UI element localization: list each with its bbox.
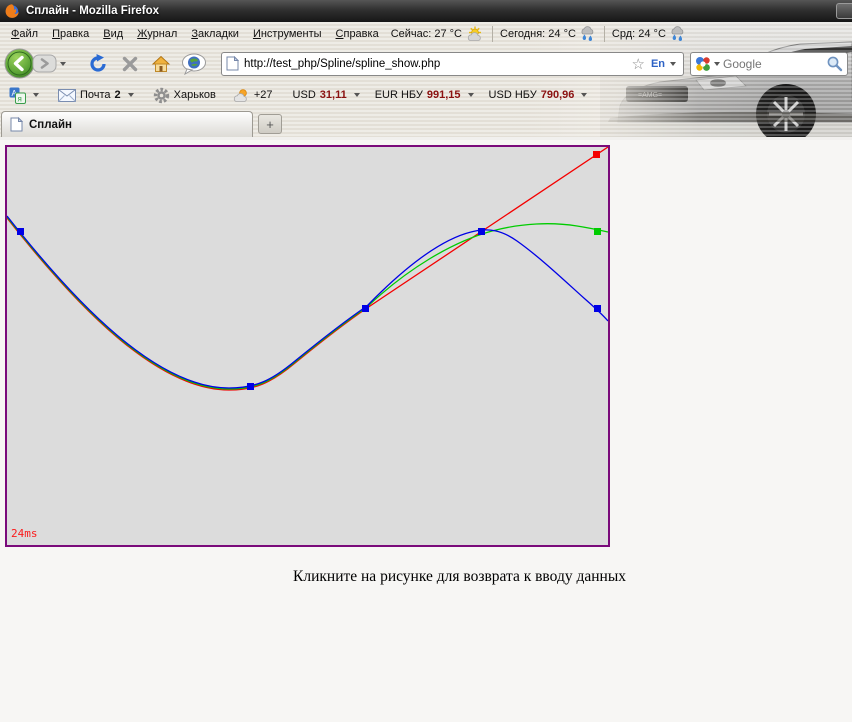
magnifier-icon[interactable] [826, 55, 843, 72]
menu-edit[interactable]: Правка [45, 25, 96, 43]
spline-plot[interactable]: 24ms [5, 145, 610, 547]
menu-view[interactable]: Вид [96, 25, 130, 43]
forward-button[interactable] [32, 54, 57, 73]
sun-cloud-icon [465, 26, 485, 42]
translate-bookmark[interactable]: A я [5, 85, 46, 106]
rain-icon [579, 26, 597, 42]
mail-bookmark[interactable]: Почта 2 [54, 87, 141, 104]
separator [492, 26, 493, 42]
menu-bar: Файл Правка Вид Журнал Закладки Инструме… [0, 22, 852, 46]
search-input[interactable] [723, 57, 826, 71]
usd-nbu-rate-value: 790,96 [541, 89, 575, 101]
spline-curves [7, 147, 608, 545]
menu-history[interactable]: Журнал [130, 25, 184, 43]
page-icon [226, 56, 239, 71]
navigation-bar: ☆ En [0, 46, 852, 81]
firefox-icon [4, 3, 20, 19]
search-box[interactable] [690, 52, 848, 76]
translate-dropdown[interactable] [33, 93, 39, 97]
eur-nbu-rate-bookmark[interactable]: EUR НБУ 991,15 [371, 87, 481, 103]
translator-bubble-icon[interactable] [181, 53, 207, 75]
tab-label: Сплайн [29, 119, 72, 131]
translate-icon: A я [9, 87, 26, 104]
eur-nbu-rate-value: 991,15 [427, 89, 461, 101]
data-point-marker [247, 383, 254, 390]
data-point-marker [594, 305, 601, 312]
reload-button[interactable] [87, 53, 109, 75]
page-content: 24ms Кликните на рисунке для возврата к … [0, 140, 852, 722]
weather-wednesday[interactable]: Срд: 24 °C [607, 26, 692, 42]
weather-now[interactable]: Сейчас: 27 °C [386, 26, 490, 42]
browser-window: =AMG= Сплайн - Mozilla Firefox Файл Прав… [0, 0, 852, 722]
menu-tools[interactable]: Инструменты [246, 25, 329, 43]
new-tab-button[interactable]: + [258, 114, 282, 134]
home-button[interactable] [151, 55, 171, 73]
bookmark-star-icon[interactable]: ☆ [631, 55, 644, 73]
data-point-marker [594, 228, 601, 235]
data-point-marker [593, 151, 600, 158]
menu-bookmarks[interactable]: Закладки [184, 25, 246, 43]
url-dropdown[interactable] [670, 62, 676, 66]
url-bar[interactable]: ☆ En [221, 52, 684, 76]
usd-nbu-dropdown[interactable] [581, 93, 587, 97]
svg-text:я: я [18, 94, 22, 103]
title-bar: Сплайн - Mozilla Firefox [0, 0, 852, 22]
tab-bar: Сплайн + [0, 109, 852, 137]
red-curve [7, 147, 608, 390]
gear-icon [153, 87, 170, 104]
data-point-marker [17, 228, 24, 235]
rain-icon [669, 26, 687, 42]
window-control-button[interactable] [836, 3, 852, 19]
temperature-bookmark[interactable]: +27 [228, 86, 277, 105]
city-weather-bookmark[interactable]: Харьков [149, 85, 220, 106]
window-title: Сплайн - Mozilla Firefox [26, 5, 159, 17]
history-dropdown[interactable] [60, 62, 66, 66]
tab-spline[interactable]: Сплайн [1, 111, 253, 137]
menu-help[interactable]: Справка [329, 25, 386, 43]
usd-dropdown[interactable] [354, 93, 360, 97]
menu-file[interactable]: Файл [4, 25, 45, 43]
mail-count: 2 [115, 89, 121, 101]
eur-dropdown[interactable] [468, 93, 474, 97]
mail-dropdown[interactable] [128, 93, 134, 97]
blue-curve [7, 216, 608, 388]
render-time-label: 24ms [11, 527, 38, 540]
data-point-marker [362, 305, 369, 312]
data-point-marker [478, 228, 485, 235]
weather-today[interactable]: Сегодня: 24 °C [495, 26, 602, 42]
usd-rate-value: 31,11 [320, 89, 347, 101]
caption-text: Кликните на рисунке для возврата к вводу… [293, 568, 626, 586]
cloud-sun-icon [232, 88, 250, 103]
search-engine-dropdown[interactable] [714, 62, 720, 66]
stop-button[interactable] [121, 55, 139, 73]
separator [604, 26, 605, 42]
usd-rate-bookmark[interactable]: USD 31,11 [289, 87, 367, 103]
page-icon [10, 117, 23, 132]
back-button[interactable] [4, 48, 35, 79]
google-logo-icon [695, 56, 711, 72]
green-curve [7, 217, 608, 389]
keyboard-layout-indicator[interactable]: En [651, 58, 665, 70]
url-input[interactable] [244, 58, 631, 70]
bookmarks-bar: A я Почта 2 Харьков [0, 81, 852, 109]
usd-nbu-rate-bookmark[interactable]: USD НБУ 790,96 [485, 87, 595, 103]
envelope-icon [58, 89, 76, 102]
